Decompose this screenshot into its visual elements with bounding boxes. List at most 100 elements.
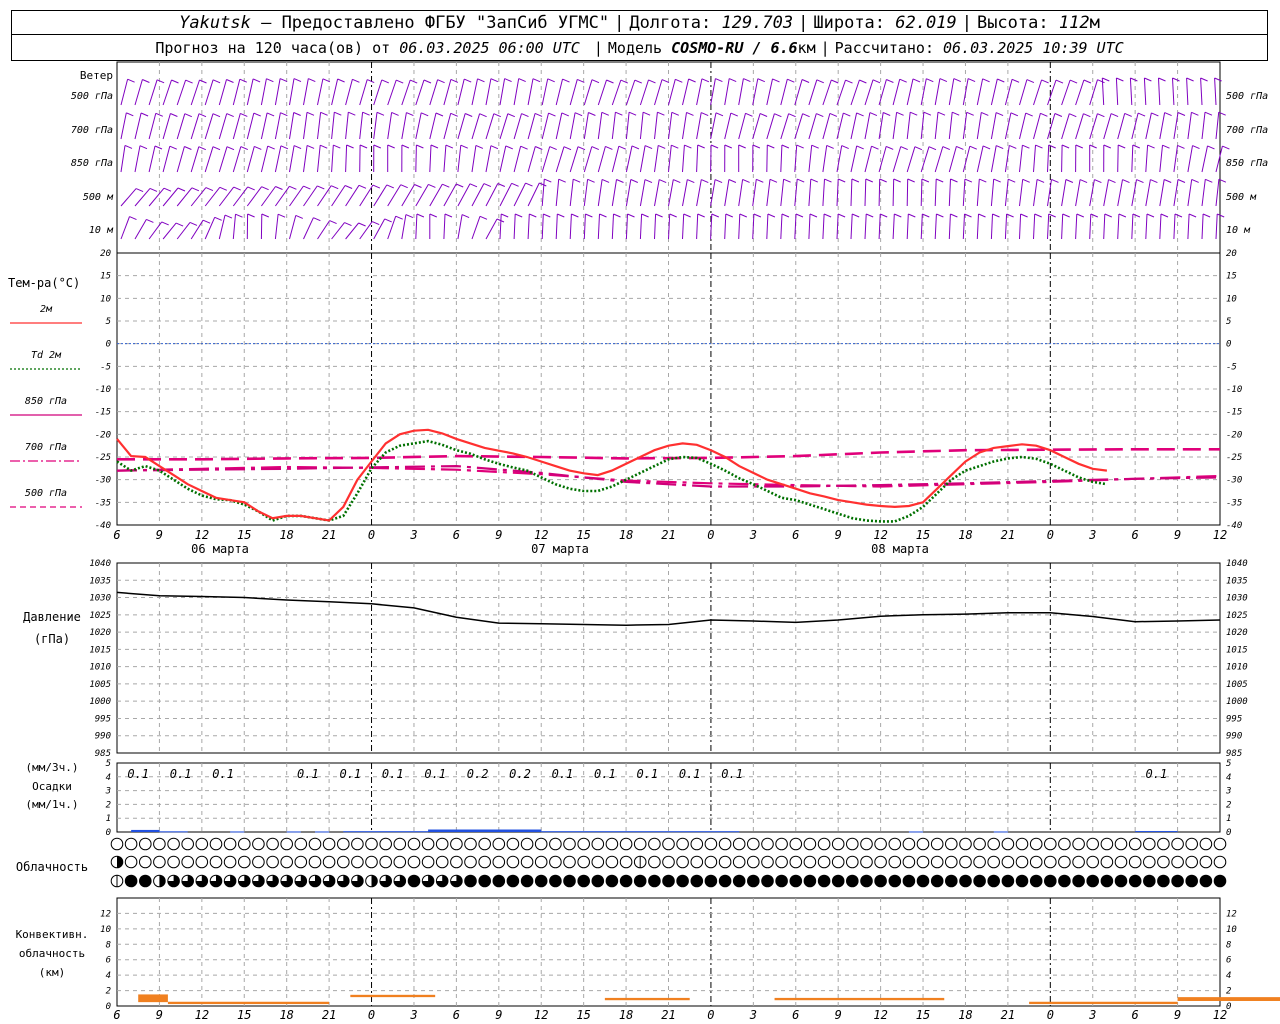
wind-level-right: 700 гПа (1226, 125, 1268, 136)
wind-barb-flag (993, 178, 1001, 183)
wind-barb-flag (573, 178, 581, 183)
wind-barb (654, 79, 663, 106)
temp-time-tick: 12 (873, 528, 887, 542)
precip-unit-1h: (мм/1ч.) (26, 798, 79, 811)
wind-barb (766, 213, 769, 240)
wind-barb (822, 113, 831, 140)
cloud-symbol (478, 874, 492, 888)
wind-barb-flag (247, 213, 255, 218)
cloud-symbol (916, 855, 930, 869)
wind-barb (1047, 79, 1057, 106)
wind-barb (204, 217, 216, 240)
wind-barb-flag (992, 213, 1000, 218)
wind-barb-flag (964, 178, 973, 183)
cloud-symbol (534, 874, 548, 888)
cloud-title: Облачность (16, 860, 88, 874)
temp-time-tick: 12 (534, 528, 548, 542)
temp-time-tick: 0 (1047, 528, 1054, 542)
wind-barb-flag (212, 79, 221, 84)
wind-barb (401, 79, 411, 106)
wind-barb (274, 145, 282, 173)
wind-barb (1117, 179, 1123, 207)
wind-barb (289, 215, 297, 240)
wind-barb-flag (464, 78, 472, 83)
cloud-symbol (1171, 874, 1184, 888)
cloud-symbol (662, 874, 675, 888)
cloud-symbol (223, 855, 237, 869)
wind-barb (317, 112, 322, 140)
wind-barb (682, 213, 685, 240)
wind-barb-flag (198, 146, 206, 151)
temp-time-tick: 9 (835, 528, 842, 542)
wind-barb-flag (752, 144, 761, 149)
cloud-symbol (902, 874, 916, 888)
precip-bar (1135, 831, 1178, 833)
wind-barb-flag (175, 222, 184, 227)
wind-barb (976, 213, 979, 240)
conv-time-tick: 3 (749, 1008, 757, 1022)
wind-barb-flag (641, 213, 649, 218)
wind-barb-flag (1204, 111, 1213, 116)
wind-barb-flag (648, 79, 656, 84)
temp-ytick-left: -10 (95, 385, 111, 395)
wind-barb-flag (1010, 112, 1019, 117)
wind-barb-flag (1188, 213, 1197, 218)
precip-unit-3h: (мм/3ч.) (26, 761, 79, 774)
wind-barb-flag (149, 187, 158, 192)
wind-barb (738, 213, 741, 240)
wind-barb-flag (729, 78, 737, 83)
wind-barb (443, 79, 452, 106)
cloud-symbol (1001, 837, 1015, 851)
cloud-symbol (1185, 855, 1198, 869)
wind-barb-flag (1116, 77, 1124, 82)
wind-barb-flag (688, 78, 696, 83)
cloud-symbol (789, 855, 803, 869)
wind-barb-flag (797, 178, 805, 183)
precip-ytick-left: 4 (106, 773, 111, 783)
wind-barb (1187, 145, 1193, 173)
wind-barb (892, 178, 895, 207)
cloud-symbol (167, 837, 180, 851)
conv-ytick-left: 0 (106, 1002, 111, 1012)
wind-barb-flag (372, 184, 381, 189)
precip-ytick-left: 0 (106, 828, 111, 838)
wind-barb (415, 79, 425, 106)
wind-barb-flag (630, 179, 638, 183)
cloud-symbol (577, 855, 591, 869)
cloud-symbol (1044, 874, 1057, 888)
precip-value-label: 0.1 (679, 767, 701, 781)
wind-barb-flag (333, 144, 341, 149)
temp-time-tick: 12 (1213, 528, 1227, 542)
cloud-symbol (549, 874, 562, 888)
wind-barb-flag (337, 78, 345, 83)
wind-barb-flag (710, 144, 719, 149)
wind-barb-flag (966, 111, 974, 116)
precip-bar (993, 831, 1008, 833)
wind-barb-flag (1009, 144, 1017, 149)
wind-barb (611, 79, 622, 106)
wind-barb-flag (395, 215, 403, 220)
wind-barb-flag (511, 182, 519, 187)
cloud-symbol (803, 855, 817, 869)
cloud-symbol (322, 855, 336, 869)
wind-barb (1089, 213, 1092, 240)
wind-barb-flag (620, 79, 628, 84)
wind-barb (1187, 213, 1190, 240)
wind-barb-flag (725, 213, 733, 218)
temp-time-tick: 15 (576, 528, 590, 542)
wind-barb (1047, 179, 1052, 207)
temp-legend-label: 2м (40, 304, 53, 315)
wind-barb (1103, 213, 1106, 240)
wind-barb (1103, 113, 1112, 140)
wind-barb-flag (381, 79, 389, 84)
wind-barb-flag (254, 145, 262, 150)
conv-ytick-left: 6 (106, 956, 111, 966)
wind-barb (359, 112, 364, 140)
precip-ytick-left: 5 (106, 759, 111, 769)
wind-barb-flag (146, 218, 154, 223)
temp-legend-label: 850 гПа (25, 396, 67, 407)
temp-ytick-right: 10 (1226, 294, 1237, 304)
wind-barb-flag (627, 213, 635, 218)
temp-time-tick: 21 (1001, 528, 1015, 542)
wind-level-right: 10 м (1226, 225, 1251, 236)
